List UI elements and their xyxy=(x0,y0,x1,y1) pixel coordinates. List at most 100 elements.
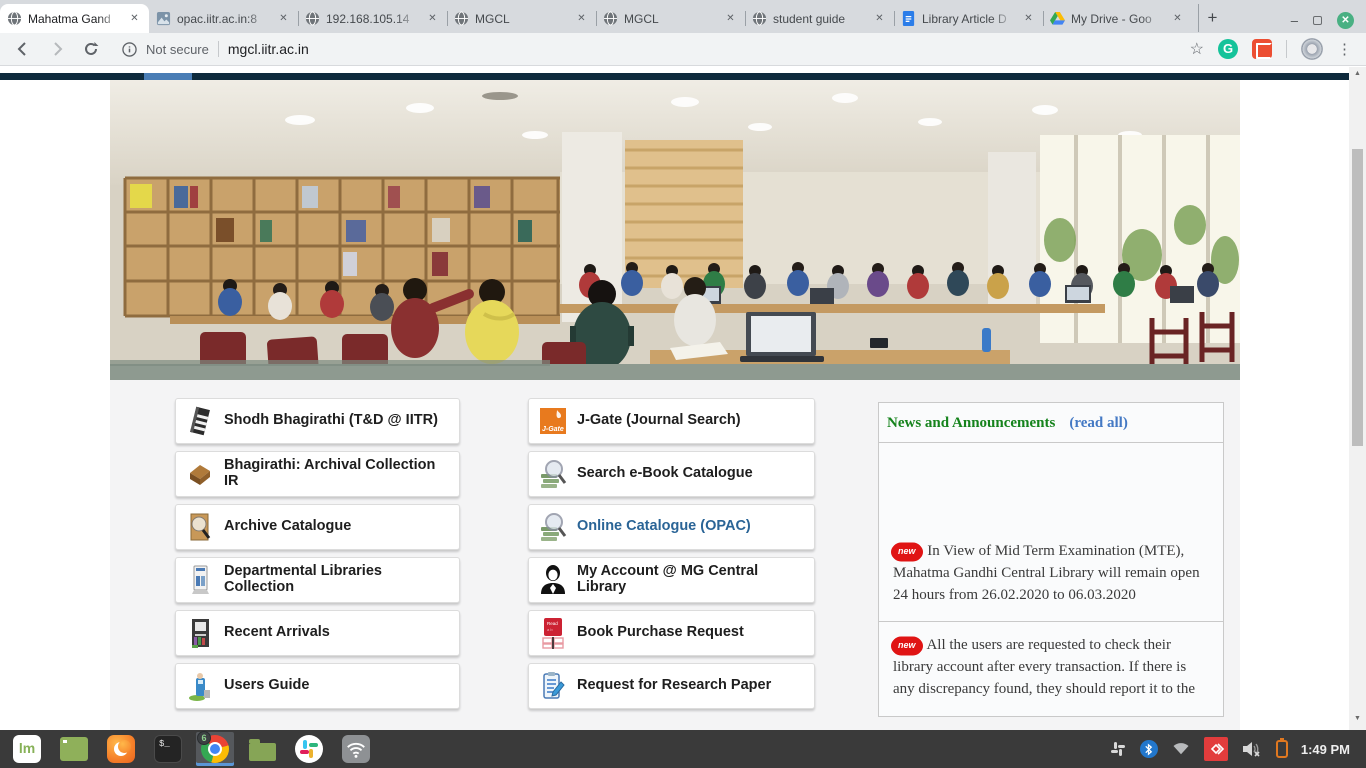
link-label: Users Guide xyxy=(224,678,309,694)
forward-icon[interactable] xyxy=(48,40,66,58)
slack-launcher[interactable] xyxy=(290,732,328,766)
restore-button[interactable] xyxy=(1313,16,1322,25)
terminal-launcher[interactable]: $_ xyxy=(149,732,187,766)
chrome-window-count-badge: 6 xyxy=(197,731,211,745)
extension-icon[interactable] xyxy=(1252,39,1272,59)
tab-student-guide[interactable]: student guide ✕ xyxy=(745,4,894,33)
page-nav-bar-edge xyxy=(0,73,1349,80)
link-archive-catalogue[interactable]: Archive Catalogue xyxy=(175,504,460,550)
tab-mgcl-2[interactable]: MGCL ✕ xyxy=(596,4,745,33)
bookmark-star-icon[interactable]: ☆ xyxy=(1190,39,1204,59)
tab-close-icon[interactable]: ✕ xyxy=(127,11,142,26)
read-all-link[interactable]: (read all) xyxy=(1069,415,1127,431)
tab-close-icon[interactable]: ✕ xyxy=(1021,11,1036,26)
link-label: Archive Catalogue xyxy=(224,519,351,535)
book-stack-icon xyxy=(185,403,215,439)
minimize-button[interactable]: – xyxy=(1291,13,1298,28)
show-desktop-button[interactable] xyxy=(55,732,93,766)
book-magnifier-icon xyxy=(538,456,568,492)
reload-icon[interactable] xyxy=(82,40,100,58)
link-opac[interactable]: Online Catalogue (OPAC) xyxy=(528,504,815,550)
globe-icon xyxy=(305,11,320,26)
tab-close-icon[interactable]: ✕ xyxy=(1170,11,1185,26)
info-icon[interactable] xyxy=(122,42,137,57)
globe-icon xyxy=(454,11,469,26)
back-icon[interactable] xyxy=(14,40,32,58)
tab-my-drive[interactable]: My Drive - Goo ✕ xyxy=(1043,4,1192,33)
browser-menu-icon[interactable]: ⋮ xyxy=(1337,40,1352,58)
scroll-down-arrow[interactable]: ▼ xyxy=(1349,712,1366,726)
link-label: Bhagirathi: Archival Collection IR xyxy=(224,458,450,490)
link-jgate[interactable]: J-Gate J-Gate (Journal Search) xyxy=(528,398,815,444)
kiosk-icon xyxy=(185,562,215,598)
link-recent-arrivals[interactable]: Recent Arrivals xyxy=(175,610,460,656)
nav-active-segment xyxy=(144,73,192,80)
tab-close-icon[interactable]: ✕ xyxy=(872,11,887,26)
link-label: Recent Arrivals xyxy=(224,625,330,641)
link-my-account[interactable]: My Account @ MG Central Library xyxy=(528,557,815,603)
address-bar[interactable]: Not secure mgcl.iitr.ac.in xyxy=(116,36,1174,62)
globe-icon xyxy=(603,11,618,26)
window-controls: – ✕ xyxy=(1291,12,1366,33)
news-item: new In View of Mid Term Examination (MTE… xyxy=(879,443,1223,622)
link-book-purchase[interactable]: Reada b Book Purchase Request xyxy=(528,610,815,656)
link-research-paper[interactable]: Request for Research Paper xyxy=(528,663,815,709)
tab-library-article[interactable]: Library Article D ✕ xyxy=(894,4,1043,33)
tab-title: MGCL xyxy=(475,12,568,26)
tab-ip-address[interactable]: 192.168.105.14 ✕ xyxy=(298,4,447,33)
news-text: All the users are requested to check the… xyxy=(893,637,1195,697)
link-users-guide[interactable]: Users Guide xyxy=(175,663,460,709)
tab-title: My Drive - Goo xyxy=(1071,12,1164,26)
svg-text:J-Gate: J-Gate xyxy=(542,426,564,433)
anydesk-icon[interactable] xyxy=(1204,737,1228,761)
network-tool-launcher[interactable] xyxy=(337,732,375,766)
tab-mahatma-gandhi[interactable]: Mahatma Gand ✕ xyxy=(0,4,149,33)
taskbar-clock[interactable]: 1:49 PM xyxy=(1301,742,1350,757)
quick-links-middle: J-Gate J-Gate (Journal Search) Search e-… xyxy=(528,398,815,716)
scroll-up-arrow[interactable]: ▲ xyxy=(1349,67,1366,81)
tab-close-icon[interactable]: ✕ xyxy=(425,11,440,26)
toolbar-extensions: ☆ G ⋮ xyxy=(1190,38,1352,60)
file-manager-launcher[interactable] xyxy=(243,732,281,766)
link-label: Departmental Libraries Collection xyxy=(224,564,450,596)
new-badge: new xyxy=(893,638,921,654)
tab-close-icon[interactable]: ✕ xyxy=(574,11,589,26)
volume-muted-icon[interactable] xyxy=(1241,740,1263,758)
slack-tray-icon[interactable] xyxy=(1109,740,1127,758)
chrome-launcher[interactable]: 6 xyxy=(196,732,234,766)
profile-avatar[interactable] xyxy=(1301,38,1323,60)
tab-mgcl-1[interactable]: MGCL ✕ xyxy=(447,4,596,33)
network-tray-icon[interactable] xyxy=(1171,740,1191,758)
tab-close-icon[interactable]: ✕ xyxy=(723,11,738,26)
firefox-launcher[interactable] xyxy=(102,732,140,766)
card-magnifier-icon xyxy=(185,509,215,545)
new-tab-button[interactable]: + xyxy=(1198,4,1226,32)
svg-text:Read: Read xyxy=(547,621,558,626)
battery-icon[interactable] xyxy=(1276,740,1288,758)
svg-text:a b: a b xyxy=(547,627,553,632)
grammarly-icon[interactable]: G xyxy=(1218,39,1238,59)
bluetooth-icon[interactable] xyxy=(1140,740,1158,758)
tab-opac[interactable]: opac.iitr.ac.in:8 ✕ xyxy=(149,4,298,33)
globe-icon xyxy=(7,11,22,26)
link-label: Online Catalogue (OPAC) xyxy=(577,519,751,535)
link-label: My Account @ MG Central Library xyxy=(577,564,805,596)
wifi-icon xyxy=(342,735,370,763)
taskbar: lm $_ 6 1:49 PM xyxy=(0,730,1366,768)
scrollbar-thumb[interactable] xyxy=(1352,149,1363,446)
separator xyxy=(1286,40,1287,58)
tab-close-icon[interactable]: ✕ xyxy=(276,11,291,26)
link-archival-collection[interactable]: Bhagirathi: Archival Collection IR xyxy=(175,451,460,497)
guide-kiosk-icon xyxy=(185,668,215,704)
page-scrollbar[interactable]: ▲ ▼ xyxy=(1349,67,1366,730)
mint-menu-button[interactable]: lm xyxy=(8,732,46,766)
web-page: Shodh Bhagirathi (T&D @ IITR) Bhagirathi… xyxy=(0,67,1366,730)
url-text[interactable]: mgcl.iitr.ac.in xyxy=(228,41,309,57)
news-panel: News and Announcements (read all) new In… xyxy=(878,402,1224,717)
browser-toolbar: Not secure mgcl.iitr.ac.in ☆ G ⋮ xyxy=(0,33,1366,66)
link-shodh-bhagirathi[interactable]: Shodh Bhagirathi (T&D @ IITR) xyxy=(175,398,460,444)
link-ebook-catalogue[interactable]: Search e-Book Catalogue xyxy=(528,451,815,497)
close-window-button[interactable]: ✕ xyxy=(1337,12,1354,29)
link-departmental-libraries[interactable]: Departmental Libraries Collection xyxy=(175,557,460,603)
red-book-icon: Reada b xyxy=(538,615,568,651)
